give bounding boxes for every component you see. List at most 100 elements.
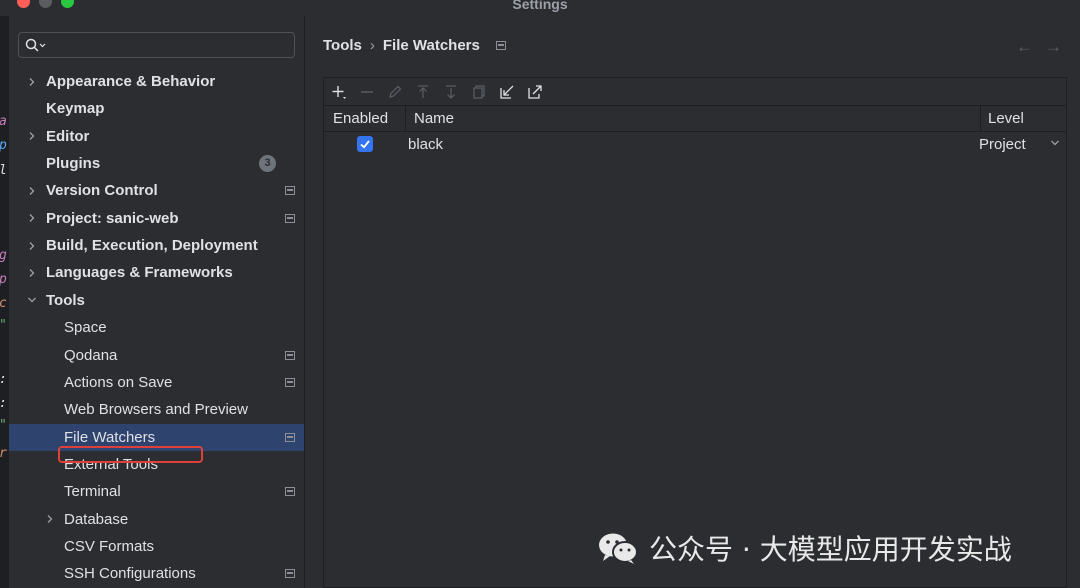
sidebar-item-ssh-configurations[interactable]: SSH Configurations <box>9 560 304 587</box>
sidebar-item-qodana[interactable]: Qodana <box>9 342 304 369</box>
column-divider[interactable] <box>405 106 406 132</box>
checkmark-icon <box>360 140 370 149</box>
chevron-right-icon[interactable] <box>25 184 39 198</box>
sidebar-item-build-execution-deployment[interactable]: Build, Execution, Deployment <box>9 232 304 259</box>
editor-code-fragment: : <box>0 396 7 411</box>
sidebar-item-label: CSV Formats <box>64 537 155 555</box>
editor-code-fragment: p <box>0 138 7 153</box>
sidebar-item-actions-on-save[interactable]: Actions on Save <box>9 369 304 396</box>
editor-code-fragment: r <box>0 446 7 461</box>
sidebar-item-label: Version Control <box>46 182 158 200</box>
move-down-icon[interactable] <box>442 83 460 101</box>
level-select[interactable]: Project <box>979 136 1026 153</box>
project-setting-icon <box>285 377 295 387</box>
import-icon[interactable] <box>498 83 516 101</box>
breadcrumb-parent[interactable]: Tools <box>323 37 362 54</box>
sidebar-item-csv-formats[interactable]: CSV Formats <box>9 533 304 560</box>
sidebar-item-keymap[interactable]: Keymap <box>9 95 304 122</box>
project-setting-icon <box>285 186 295 196</box>
editor-code-fragment: p <box>0 272 7 287</box>
editor-code-fragment: " <box>0 318 7 333</box>
breadcrumb-current: File Watchers <box>382 37 480 54</box>
chevron-right-icon[interactable] <box>25 75 39 89</box>
sidebar-item-label: Languages & Frameworks <box>46 264 233 282</box>
sidebar-item-database[interactable]: Database <box>9 506 304 533</box>
project-setting-icon <box>285 487 295 497</box>
editor-code-fragment: : <box>0 372 7 387</box>
title-bar: Settings <box>0 0 1080 16</box>
watermark-text: 公众号 · 大模型应用开发实战 <box>649 533 1012 566</box>
sidebar-item-label: Tools <box>46 291 85 309</box>
move-up-icon[interactable] <box>414 83 432 101</box>
project-setting-icon <box>285 213 295 223</box>
settings-content: Tools › File Watchers ← → Enabled Name L… <box>306 16 1080 588</box>
enabled-checkbox[interactable] <box>357 136 373 152</box>
project-setting-icon <box>285 432 295 442</box>
sidebar-item-label: Web Browsers and Preview <box>64 401 248 419</box>
editor-code-fragment: a <box>0 114 7 129</box>
sidebar-item-label: File Watchers <box>64 428 156 446</box>
editor-code-fragment: l <box>0 163 7 178</box>
sidebar-item-editor[interactable]: Editor <box>9 123 304 150</box>
sidebar-item-label: Space <box>64 319 107 337</box>
chevron-right-icon[interactable] <box>25 129 39 143</box>
table-row[interactable]: black Project <box>324 133 1066 157</box>
sidebar-item-label: Plugins <box>46 155 101 173</box>
highlight-annotation <box>58 446 203 463</box>
back-arrow-icon[interactable]: ← <box>1016 37 1033 57</box>
column-header-enabled[interactable]: Enabled <box>333 110 388 127</box>
settings-sidebar: Appearance & Behavior Keymap Editor Plugins… <box>9 16 305 588</box>
sidebar-item-terminal[interactable]: Terminal <box>9 478 304 505</box>
forward-arrow-icon[interactable]: → <box>1045 37 1062 57</box>
editor-code-fragment: g <box>0 248 7 263</box>
watcher-name: black <box>408 136 444 153</box>
edit-icon[interactable] <box>386 83 404 101</box>
sidebar-item-label: Terminal <box>64 483 121 501</box>
chevron-right-icon[interactable] <box>25 211 39 225</box>
breadcrumb-separator: › <box>369 37 375 54</box>
sidebar-item-label: Project: sanic-web <box>46 209 179 227</box>
chevron-down-icon[interactable] <box>25 293 39 307</box>
table-header: Enabled Name Level <box>324 106 1066 132</box>
sidebar-item-tools[interactable]: Tools <box>9 287 304 314</box>
window-title: Settings <box>512 0 568 12</box>
sidebar-item-space[interactable]: Space <box>9 314 304 341</box>
search-input[interactable] <box>18 32 295 58</box>
chevron-right-icon[interactable] <box>43 512 57 526</box>
column-header-level[interactable]: Level <box>988 110 1024 127</box>
sidebar-item-appearance-behavior[interactable]: Appearance & Behavior <box>9 68 304 95</box>
add-icon[interactable] <box>330 83 348 101</box>
file-watchers-panel: Enabled Name Level black Project <box>323 77 1067 588</box>
watermark: 公众号 · 大模型应用开发实战 <box>597 528 1012 568</box>
sidebar-item-version-control[interactable]: Version Control <box>9 177 304 204</box>
breadcrumb: Tools › File Watchers <box>323 37 506 54</box>
copy-icon[interactable] <box>470 83 488 101</box>
chevron-down-icon[interactable] <box>1050 138 1060 148</box>
sidebar-item-label: Keymap <box>46 100 105 118</box>
sidebar-item-label: Editor <box>46 127 90 145</box>
plugin-updates-badge: 3 <box>259 155 276 173</box>
chevron-right-icon[interactable] <box>25 239 39 253</box>
wechat-icon <box>599 533 638 564</box>
sidebar-item-languages-frameworks[interactable]: Languages & Frameworks <box>9 259 304 286</box>
watchers-toolbar <box>324 78 1066 106</box>
project-setting-icon <box>285 350 295 360</box>
sidebar-item-project-sanic-web[interactable]: Project: sanic-web <box>9 205 304 232</box>
background-editor-strip: aplgpc"::"r <box>0 16 9 588</box>
remove-icon[interactable] <box>358 83 376 101</box>
sidebar-item-label: SSH Configurations <box>64 565 196 583</box>
editor-code-fragment: c <box>0 296 7 311</box>
column-divider[interactable] <box>980 106 981 132</box>
sidebar-item-label: Qodana <box>64 346 118 364</box>
sidebar-item-label: Actions on Save <box>64 373 173 391</box>
sidebar-item-plugins[interactable]: Plugins 3 <box>9 150 304 177</box>
editor-code-fragment: " <box>0 418 7 433</box>
sidebar-item-web-browsers-and-preview[interactable]: Web Browsers and Preview <box>9 396 304 423</box>
sidebar-item-label: Appearance & Behavior <box>46 73 216 90</box>
project-setting-icon <box>285 569 295 579</box>
chevron-right-icon[interactable] <box>25 266 39 280</box>
search-icon <box>25 38 46 52</box>
export-icon[interactable] <box>526 83 544 101</box>
column-header-name[interactable]: Name <box>414 110 454 127</box>
history-navigation: ← → <box>1016 37 1062 57</box>
